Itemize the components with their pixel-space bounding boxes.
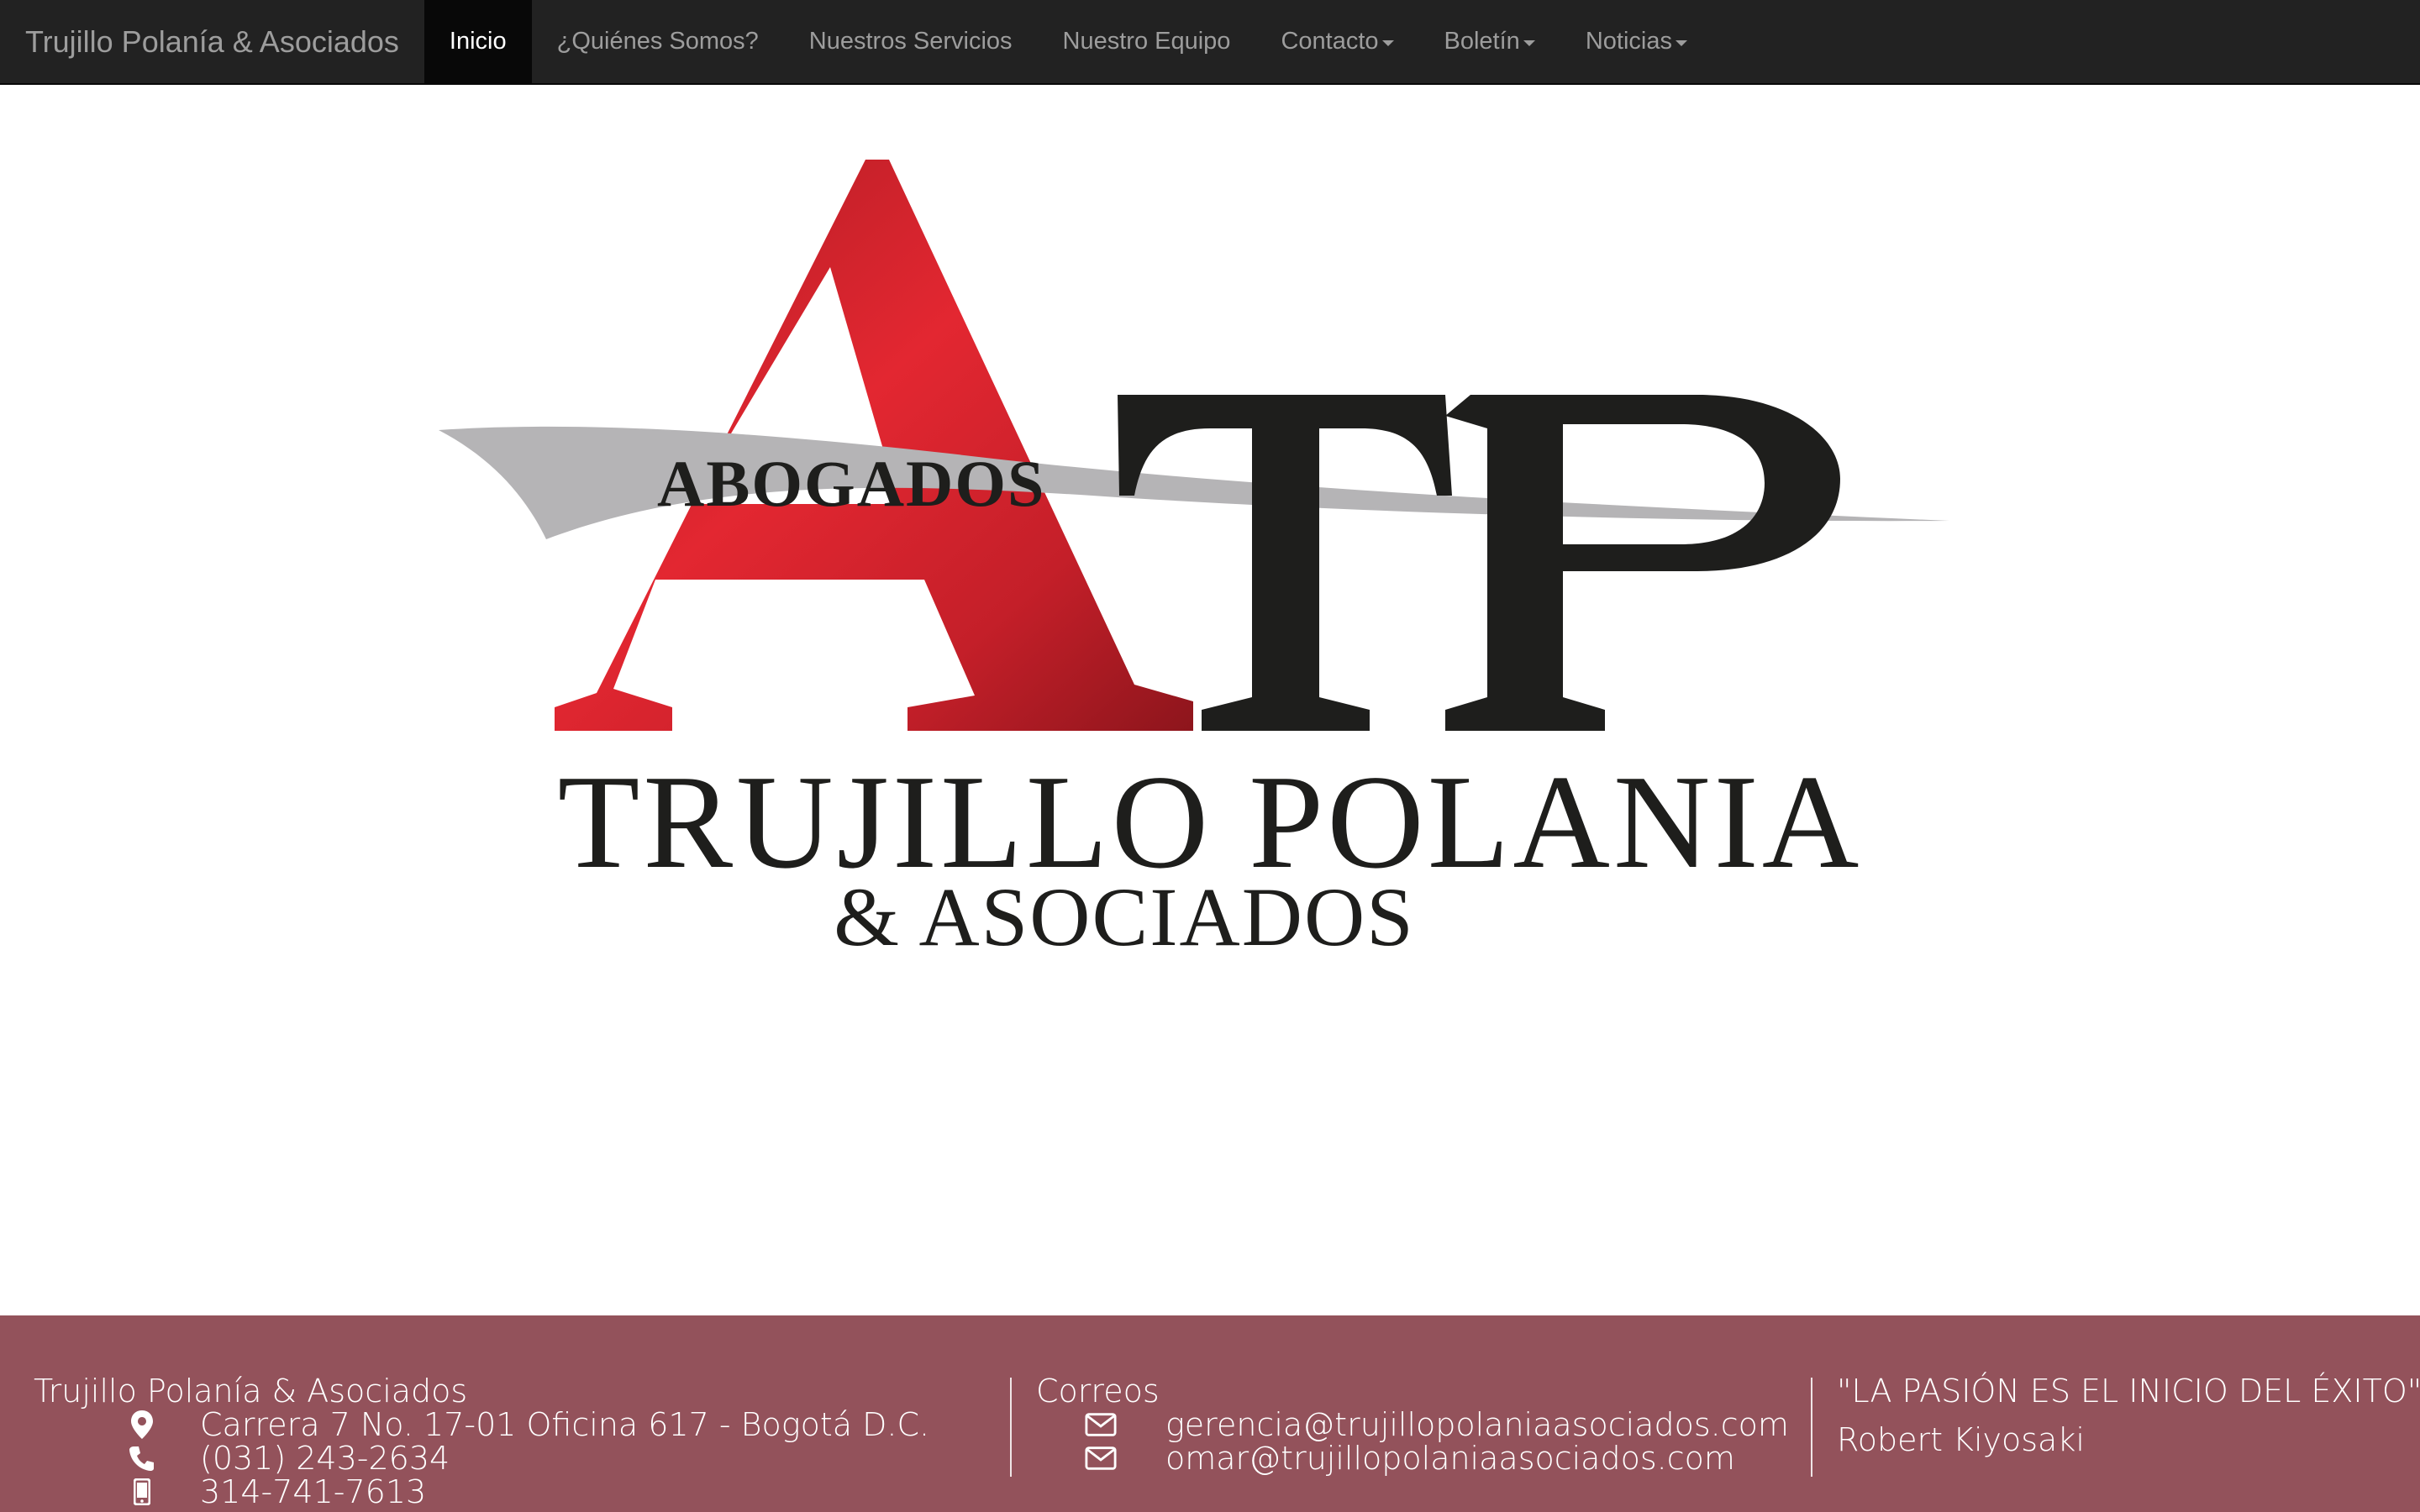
logo-letter-p: [1445, 395, 1840, 731]
footer-quote-text: "LA PASIÓN ES EL INICIO DEL ÉXITO": [1837, 1373, 2420, 1410]
footer-quote-author: Robert Kiyosaki: [1837, 1421, 2085, 1458]
nav-quienes-somos-label: ¿Quiénes Somos?: [556, 28, 759, 55]
site-footer: Trujillo Polanía & Asociados Carrera 7 N…: [0, 1315, 2420, 1512]
main-nav: Inicio ¿Quiénes Somos? Nuestros Servicio…: [424, 0, 1712, 83]
nav-quienes-somos[interactable]: ¿Quiénes Somos?: [532, 0, 784, 83]
footer-emails-title: Correos: [1036, 1373, 1160, 1410]
footer-phone-row: (031) 243-2634: [126, 1440, 929, 1477]
nav-inicio[interactable]: Inicio: [424, 0, 532, 83]
phone-icon: [126, 1442, 158, 1474]
footer-quote-column: "LA PASIÓN ES EL INICIO DEL ÉXITO" Rober…: [1837, 1374, 2420, 1457]
logo-abogados-text: ABOGADOS: [657, 447, 1045, 520]
nav-contacto-label: Contacto: [1281, 28, 1379, 55]
footer-email-row-1: gerencia@trujillopolaniaasociados.com: [1085, 1406, 1789, 1443]
nav-boletin-label: Boletín: [1444, 28, 1520, 55]
footer-company-name: Trujillo Polanía & Asociados: [34, 1373, 468, 1410]
footer-phone-text[interactable]: (031) 243-2634: [200, 1440, 450, 1477]
nav-nuestros-servicios-label: Nuestros Servicios: [808, 28, 1013, 55]
nav-inicio-label: Inicio: [449, 28, 507, 55]
footer-mobile-text[interactable]: 314-741-7613: [200, 1473, 426, 1510]
brand-link[interactable]: Trujillo Polanía & Asociados: [0, 0, 424, 83]
footer-email-1[interactable]: gerencia@trujillopolaniaasociados.com: [1165, 1406, 1789, 1443]
envelope-icon: [1085, 1409, 1117, 1441]
caret-down-icon: [1675, 39, 1687, 46]
nav-contacto-dropdown[interactable]: Contacto: [1255, 0, 1418, 83]
footer-emails-column: Correos gerencia@trujillopolaniaasociado…: [1036, 1373, 1789, 1477]
footer-divider: [1811, 1378, 1812, 1477]
caret-down-icon: [1381, 39, 1394, 46]
nav-boletin-dropdown[interactable]: Boletín: [1419, 0, 1560, 83]
footer-contact-column: Trujillo Polanía & Asociados Carrera 7 N…: [34, 1373, 930, 1510]
footer-email-row-2: omar@trujillopolaniaasociados.com: [1085, 1440, 1789, 1477]
footer-address-row: Carrera 7 No. 17-01 Oficina 617 - Bogotá…: [126, 1406, 930, 1443]
logo-suffix-text: & ASOCIADOS: [834, 870, 1415, 963]
nav-noticias-label: Noticias: [1585, 28, 1672, 55]
envelope-icon: [1085, 1442, 1117, 1474]
nav-nuestros-servicios[interactable]: Nuestros Servicios: [784, 0, 1038, 83]
nav-nuestro-equipo-label: Nuestro Equipo: [1062, 28, 1231, 55]
footer-address-text: Carrera 7 No. 17-01 Oficina 617 - Bogotá…: [200, 1406, 930, 1443]
mobile-icon: [126, 1476, 158, 1508]
atp-logo: ABOGADOS TRUJILLO POLANIA & ASOCIADOS: [439, 160, 1949, 963]
nav-noticias-dropdown[interactable]: Noticias: [1560, 0, 1712, 83]
map-marker-icon: [126, 1409, 158, 1441]
footer-divider: [1010, 1378, 1012, 1477]
footer-email-2[interactable]: omar@trujillopolaniaasociados.com: [1165, 1440, 1735, 1477]
logo-letter-t: [1118, 395, 1452, 731]
caret-down-icon: [1523, 39, 1535, 46]
nav-nuestro-equipo[interactable]: Nuestro Equipo: [1038, 0, 1256, 83]
top-navbar: Trujillo Polanía & Asociados Inicio ¿Qui…: [0, 0, 2420, 85]
footer-mobile-row: 314-741-7613: [126, 1473, 929, 1510]
